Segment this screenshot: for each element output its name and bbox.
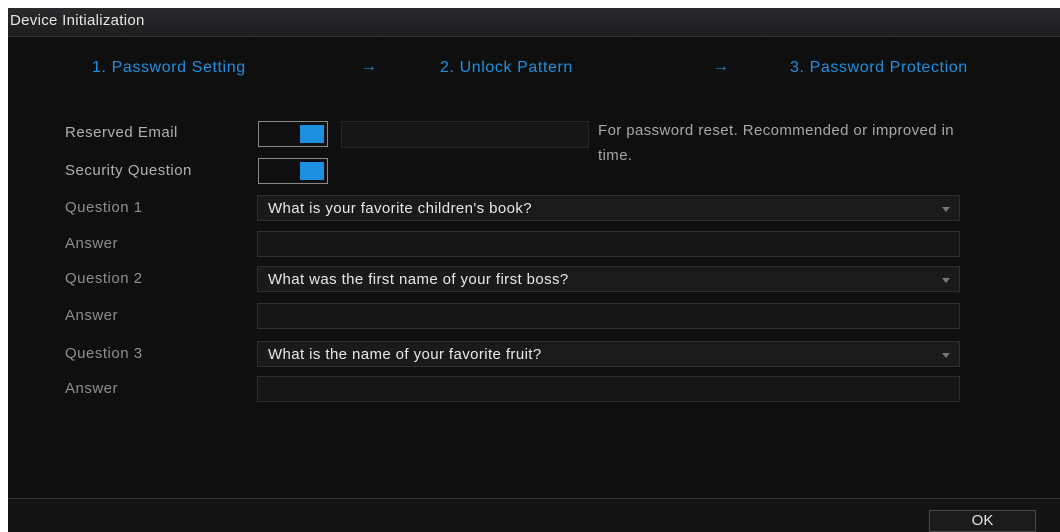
reserved-email-input[interactable] — [341, 121, 589, 148]
ok-button[interactable]: OK — [929, 510, 1036, 532]
answer-1-input[interactable] — [257, 231, 960, 257]
question-3-label: Question 3 — [65, 345, 143, 362]
question-1-select[interactable]: What is your favorite children's book? — [257, 195, 960, 221]
reserved-email-label: Reserved Email — [65, 124, 178, 141]
window-title: Device Initialization — [10, 12, 145, 29]
answer-2-input[interactable] — [257, 303, 960, 329]
question-3-value: What is the name of your favorite fruit? — [268, 346, 542, 363]
question-3-select[interactable]: What is the name of your favorite fruit? — [257, 341, 960, 367]
security-question-toggle[interactable] — [258, 158, 328, 184]
toggle-knob — [300, 125, 324, 143]
answer-2-label: Answer — [65, 307, 119, 324]
answer-3-input[interactable] — [257, 376, 960, 402]
toggle-track — [262, 125, 297, 143]
toggle-track — [262, 162, 297, 180]
step-unlock-pattern: 2. Unlock Pattern — [440, 59, 573, 76]
answer-1-label: Answer — [65, 235, 119, 252]
password-reset-hint: For password reset. Recommended or impro… — [598, 122, 955, 164]
question-2-label: Question 2 — [65, 270, 143, 287]
chevron-down-icon — [942, 353, 950, 358]
step-password-protection: 3. Password Protection — [790, 59, 968, 76]
title-bar: Device Initialization — [8, 8, 1060, 37]
question-1-label: Question 1 — [65, 199, 143, 216]
chevron-down-icon — [942, 278, 950, 283]
question-1-value: What is your favorite children's book? — [268, 200, 533, 217]
reserved-email-toggle[interactable] — [258, 121, 328, 147]
step-arrow-icon: → — [713, 58, 729, 75]
question-2-value: What was the first name of your first bo… — [268, 271, 569, 288]
toggle-knob — [300, 162, 324, 180]
question-2-select[interactable]: What was the first name of your first bo… — [257, 266, 960, 292]
device-initialization-window: Device Initialization 1. Password Settin… — [8, 8, 1060, 532]
security-question-label: Security Question — [65, 162, 192, 179]
step-password-setting: 1. Password Setting — [92, 59, 246, 76]
chevron-down-icon — [942, 207, 950, 212]
step-arrow-icon: → — [361, 58, 377, 75]
footer-bar — [8, 498, 1060, 532]
answer-3-label: Answer — [65, 380, 119, 397]
